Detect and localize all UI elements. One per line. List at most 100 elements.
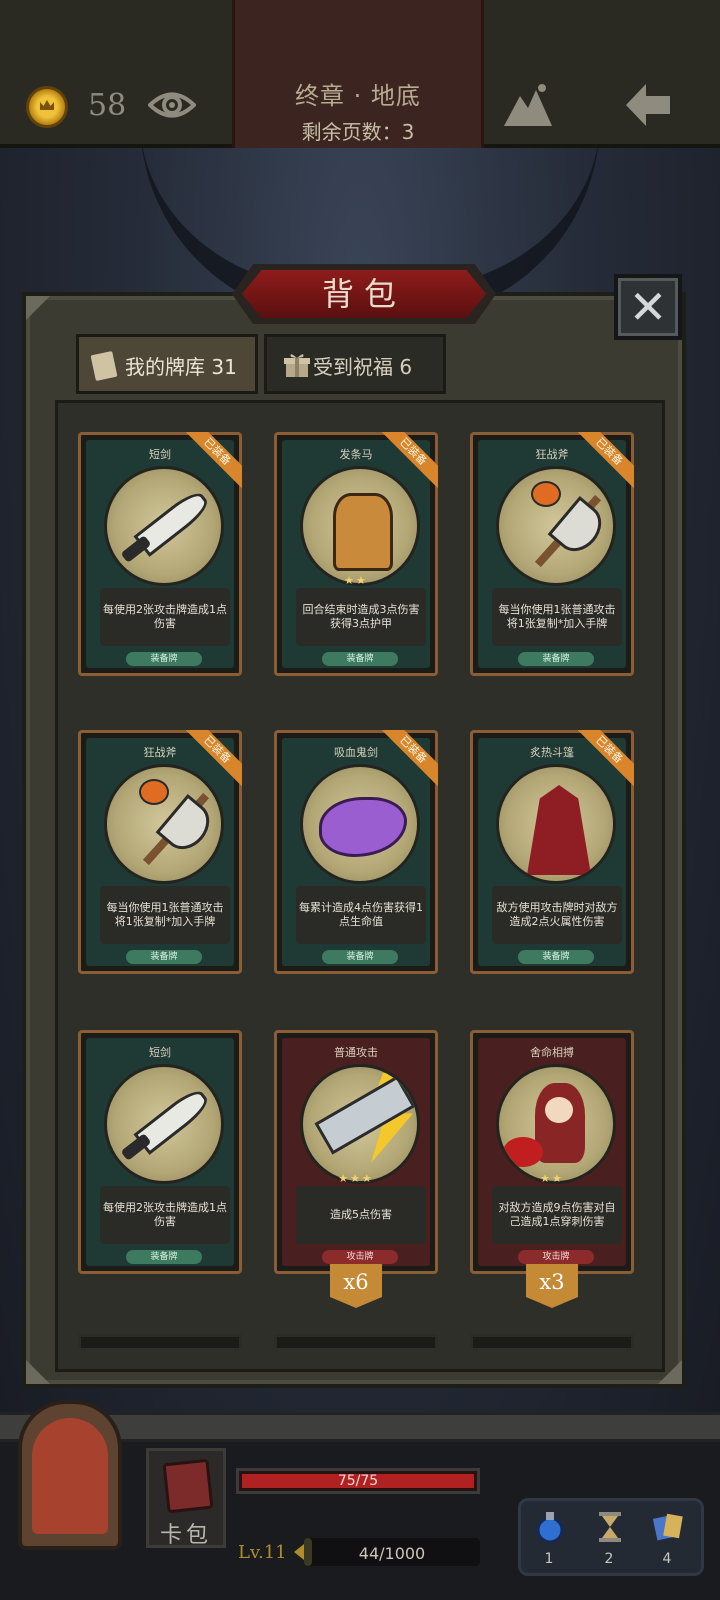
card-item[interactable]: 狂战斧 每当你使用1张普通攻击将1张复制*加入手牌 装备牌 已装备 <box>78 730 242 974</box>
card-face: 短剑 每使用2张攻击牌造成1点伤害 装备牌 <box>86 1038 234 1266</box>
card-type-label: 装备牌 <box>322 950 398 964</box>
card-type-label: 装备牌 <box>518 950 594 964</box>
hero-icon <box>496 1064 616 1184</box>
back-arrow-icon[interactable] <box>622 80 674 130</box>
card-peek <box>78 1334 242 1348</box>
equipped-badge: 已装备 <box>380 730 438 788</box>
potion-icon <box>536 1512 564 1543</box>
card-item[interactable]: 舍命相搏 ★★ 对敌方造成9点伤害对自己造成1点穿刺伤害 攻击牌 <box>470 1030 634 1274</box>
card-description: 每累计造成4点伤害获得1点生命值 <box>296 886 426 944</box>
xp-arrow-icon <box>294 1544 304 1560</box>
panel-title: 背包 <box>321 275 406 313</box>
card-name: 普通攻击 <box>334 1046 378 1059</box>
card-description: 每使用2张攻击牌造成1点伤害 <box>100 1186 230 1244</box>
equipped-label: 已装备 <box>184 730 242 788</box>
xp-text: 44/1000 <box>358 1544 426 1563</box>
card-description: 回合结束时造成3点伤害获得3点护甲 <box>296 588 426 646</box>
chapter-header: 终章 · 地底 剩余页数：3 <box>232 0 484 148</box>
card-name: 短剑 <box>149 1046 171 1059</box>
close-icon: ✕ <box>628 280 668 334</box>
level-label: Lv.11 <box>238 1542 287 1563</box>
hero-face <box>545 1097 573 1123</box>
card-type-label: 装备牌 <box>126 1250 202 1264</box>
card-name: 舍命相搏 <box>530 1046 574 1059</box>
equipped-badge: 已装备 <box>184 432 242 490</box>
equipped-badge: 已装备 <box>380 432 438 490</box>
map-icon[interactable] <box>502 82 554 128</box>
equipped-label: 已装备 <box>184 432 242 490</box>
card-description: 造成5点伤害 <box>296 1186 426 1244</box>
card-type-label: 攻击牌 <box>322 1250 398 1264</box>
strike-icon <box>300 1064 420 1184</box>
equipped-label: 已装备 <box>576 432 634 490</box>
pages-left: 剩余页数：3 <box>301 120 415 144</box>
item-count: 4 <box>662 1551 672 1567</box>
card-item[interactable]: 短剑 每使用2张攻击牌造成1点伤害 装备牌 已装备 <box>78 432 242 676</box>
tab-my-deck[interactable]: 我的牌库 31 <box>76 334 258 394</box>
axe-head <box>155 793 219 859</box>
equipped-badge: 已装备 <box>576 730 634 788</box>
card-count: x3 <box>539 1270 565 1294</box>
card-icon <box>90 350 118 382</box>
eye-icon[interactable] <box>148 86 196 124</box>
cards-icon <box>653 1513 683 1541</box>
card-stars: ★★ <box>540 1172 564 1185</box>
card-description: 每当你使用1张普通攻击将1张复制*加入手牌 <box>100 886 230 944</box>
card-peek <box>470 1334 634 1348</box>
item-count: 1 <box>544 1551 554 1567</box>
coin-icon <box>26 86 68 128</box>
card-type-label: 攻击牌 <box>518 1250 594 1264</box>
sword-shape <box>314 1075 416 1155</box>
dagger-icon <box>104 1064 224 1184</box>
card-face: 舍命相搏 ★★ 对敌方造成9点伤害对自己造成1点穿刺伤害 攻击牌 <box>478 1038 626 1266</box>
card-peek <box>274 1334 438 1348</box>
item-slot-potion[interactable]: 1 <box>529 1511 569 1571</box>
card-description: 对敌方造成9点伤害对自己造成1点穿刺伤害 <box>492 1186 622 1244</box>
card-item[interactable]: 发条马 ★★ 回合结束时造成3点伤害获得3点护甲 装备牌 已装备 <box>274 432 438 676</box>
item-slot-cards[interactable]: 4 <box>647 1511 687 1571</box>
card-type-label: 装备牌 <box>126 652 202 666</box>
card-stars: ★★★ <box>338 1172 374 1185</box>
gift-icon <box>284 354 310 377</box>
top-bar: 58 终章 · 地底 剩余页数：3 <box>0 0 720 148</box>
cloak-shape <box>527 785 591 875</box>
equipped-badge: 已装备 <box>576 432 634 490</box>
card-item[interactable]: 短剑 每使用2张攻击牌造成1点伤害 装备牌 <box>78 1030 242 1274</box>
card-item[interactable]: 普通攻击 ★★★ 造成5点伤害 攻击牌 <box>274 1030 438 1274</box>
tab-blessings[interactable]: 受到祝福 6 <box>264 334 446 394</box>
xp-bar: 44/1000 <box>304 1538 480 1566</box>
pumpkin-shape <box>531 481 561 507</box>
equipped-label: 已装备 <box>380 432 438 490</box>
chapter-title: 终章 · 地底 <box>295 82 421 110</box>
card-type-label: 装备牌 <box>126 950 202 964</box>
blood-splash <box>503 1137 543 1167</box>
hp-text: 75/75 <box>337 1473 379 1489</box>
hp-bar: 75/75 <box>236 1468 480 1494</box>
vampire-shape <box>319 797 407 857</box>
card-item[interactable]: 炙热斗篷 敌方使用攻击牌时对敌方造成2点火属性伤害 装备牌 已装备 <box>470 730 634 974</box>
item-slot-hourglass[interactable]: 2 <box>589 1511 629 1571</box>
card-description: 敌方使用攻击牌时对敌方造成2点火属性伤害 <box>492 886 622 944</box>
equipped-label: 已装备 <box>380 730 438 788</box>
card-face: 普通攻击 ★★★ 造成5点伤害 攻击牌 <box>282 1038 430 1266</box>
card-stars: ★★ <box>344 574 368 587</box>
tab-label: 我的牌库 31 <box>125 355 237 379</box>
book-icon <box>162 1458 214 1514</box>
hero-portrait[interactable] <box>18 1400 122 1550</box>
card-count: x6 <box>343 1270 369 1294</box>
equipped-badge: 已装备 <box>184 730 242 788</box>
tab-label: 受到祝福 6 <box>313 355 413 379</box>
coin-count: 58 <box>88 88 127 123</box>
card-type-label: 装备牌 <box>518 652 594 666</box>
deck-button[interactable]: 卡包 <box>146 1448 226 1548</box>
hero-avatar <box>32 1418 108 1534</box>
item-count: 2 <box>604 1551 614 1567</box>
close-button[interactable]: ✕ <box>614 274 682 340</box>
card-description: 每当你使用1张普通攻击将1张复制*加入手牌 <box>492 588 622 646</box>
deck-label: 卡包 <box>159 1523 212 1548</box>
card-item[interactable]: 吸血鬼剑 每累计造成4点伤害获得1点生命值 装备牌 已装备 <box>274 730 438 974</box>
axe-head <box>547 495 611 561</box>
pumpkin-shape <box>139 779 169 805</box>
card-type-label: 装备牌 <box>322 652 398 666</box>
card-item[interactable]: 狂战斧 每当你使用1张普通攻击将1张复制*加入手牌 装备牌 已装备 <box>470 432 634 676</box>
